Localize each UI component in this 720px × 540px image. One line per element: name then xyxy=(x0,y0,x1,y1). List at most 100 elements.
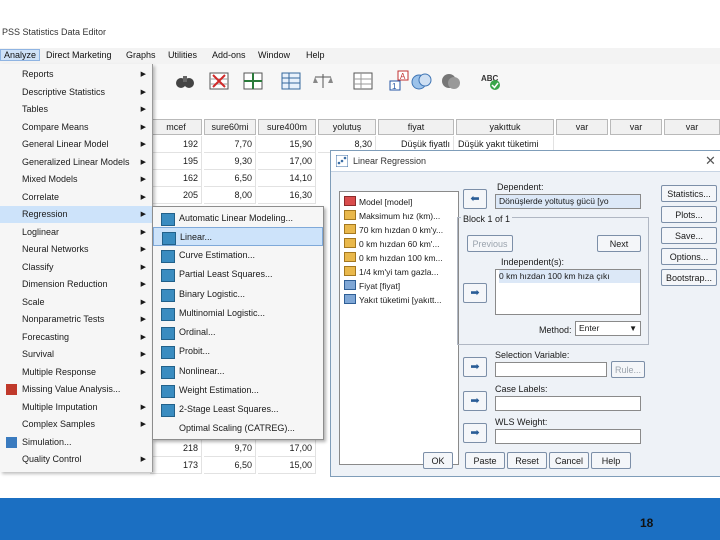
help-button[interactable]: Help xyxy=(591,452,631,469)
table-cell[interactable]: 8,00 xyxy=(204,187,256,204)
variable-item[interactable]: Maksimum hız (km)... xyxy=(344,210,454,223)
menu-utilities[interactable]: Utilities xyxy=(168,50,197,60)
submenu-item-optimal-scaling[interactable]: Optimal Scaling (CATREG)... xyxy=(153,419,323,438)
submenu-item-partial-least-squares[interactable]: Partial Least Squares... xyxy=(153,265,323,284)
case-labels-field[interactable] xyxy=(495,396,641,411)
submenu-item-probit[interactable]: Probit... xyxy=(153,342,323,361)
close-icon[interactable]: ✕ xyxy=(705,153,716,169)
table-cell[interactable]: 173 xyxy=(150,457,202,474)
menu-item-complex-samples[interactable]: Complex Samples ▶ xyxy=(0,416,152,433)
reset-button[interactable]: Reset xyxy=(507,452,547,469)
menu-item-multiple-response[interactable]: Multiple Response ▶ xyxy=(0,364,152,381)
dependent-field[interactable]: Dönüşlerde yoltutuş gücü [yo xyxy=(495,194,641,209)
table-cell[interactable]: 14,10 xyxy=(258,170,316,187)
table-cell[interactable]: 192 xyxy=(150,136,202,153)
plots-button[interactable]: Plots... xyxy=(661,206,717,223)
table-cell[interactable]: 9,30 xyxy=(204,153,256,170)
spell-check-icon[interactable]: ABC xyxy=(480,70,502,92)
menu-item-survival[interactable]: Survival ▶ xyxy=(0,346,152,363)
statistics-button[interactable]: Statistics... xyxy=(661,185,717,202)
split-file-icon[interactable] xyxy=(242,70,264,92)
menu-item-scale[interactable]: Scale ▶ xyxy=(0,294,152,311)
bootstrap-button[interactable]: Bootstrap... xyxy=(661,269,717,286)
method-select[interactable]: Enter ▼ xyxy=(575,321,641,336)
select-cases-icon[interactable] xyxy=(352,70,374,92)
table-cell[interactable]: 15,00 xyxy=(258,457,316,474)
table-cell[interactable]: 16,30 xyxy=(258,187,316,204)
save-button[interactable]: Save... xyxy=(661,227,717,244)
menu-window[interactable]: Window xyxy=(258,50,290,60)
menu-analyze[interactable]: Analyze xyxy=(0,49,41,61)
show-all-variables-icon[interactable] xyxy=(440,70,462,92)
menu-item-descriptive-statistics[interactable]: Descriptive Statistics ▶ xyxy=(0,84,152,101)
table-cell[interactable]: 17,00 xyxy=(258,440,316,457)
table-cell[interactable]: 205 xyxy=(150,187,202,204)
menu-item-classify[interactable]: Classify ▶ xyxy=(0,259,152,276)
submenu-item-weight-estimation[interactable]: Weight Estimation... xyxy=(153,381,323,400)
paste-button[interactable]: Paste xyxy=(465,452,505,469)
table-icon[interactable] xyxy=(280,70,302,92)
table-cell[interactable]: 162 xyxy=(150,170,202,187)
rule-button[interactable]: Rule... xyxy=(611,361,645,378)
menu-item-simulation[interactable]: Simulation... xyxy=(0,434,152,451)
variable-item[interactable]: Fiyat [fiyat] xyxy=(344,280,454,293)
menu-item-compare-means[interactable]: Compare Means ▶ xyxy=(0,119,152,136)
submenu-item-multinomial-logistic[interactable]: Multinomial Logistic... xyxy=(153,304,323,323)
table-cell[interactable]: 218 xyxy=(150,440,202,457)
submenu-item-linear[interactable]: Linear... xyxy=(153,227,323,246)
column-header[interactable]: yolutuş xyxy=(318,119,376,135)
variable-item[interactable]: 1/4 km'yi tam gazla... xyxy=(344,266,454,279)
table-cell[interactable]: 9,70 xyxy=(204,440,256,457)
menu-item-missing-value-analysis[interactable]: Missing Value Analysis... xyxy=(0,381,152,398)
variable-item[interactable]: 0 km hızdan 60 km'... xyxy=(344,238,454,251)
menu-item-multiple-imputation[interactable]: Multiple Imputation ▶ xyxy=(0,399,152,416)
variable-item[interactable]: 0 km hızdan 100 km... xyxy=(344,252,454,265)
table-cell[interactable]: 17,00 xyxy=(258,153,316,170)
menu-item-quality-control[interactable]: Quality Control ▶ xyxy=(0,451,152,468)
independent-item[interactable]: 0 km hızdan 100 km hıza çıkı xyxy=(499,270,640,283)
column-header[interactable]: var xyxy=(610,119,662,135)
menu-item-regression[interactable]: Regression ▶ xyxy=(0,206,152,223)
move-selection-arrow-icon[interactable]: ➡ xyxy=(463,357,487,377)
binoculars-icon[interactable] xyxy=(174,70,196,92)
column-header[interactable]: sure60mi xyxy=(204,119,256,135)
move-case-labels-arrow-icon[interactable]: ➡ xyxy=(463,391,487,411)
submenu-item-2-stage-least-squares[interactable]: 2-Stage Least Squares... xyxy=(153,400,323,419)
column-header[interactable]: var xyxy=(664,119,720,135)
move-independent-arrow-icon[interactable]: ➡ xyxy=(463,283,487,303)
menu-item-loglinear[interactable]: Loglinear ▶ xyxy=(0,224,152,241)
table-cell[interactable]: 6,50 xyxy=(204,170,256,187)
previous-button[interactable]: Previous xyxy=(467,235,513,252)
column-header[interactable]: var xyxy=(556,119,608,135)
submenu-item-ordinal[interactable]: Ordinal... xyxy=(153,323,323,342)
move-dependent-arrow-icon[interactable]: ⬅ xyxy=(463,189,487,209)
menu-item-general-linear-model[interactable]: General Linear Model ▶ xyxy=(0,136,152,153)
menu-direct-marketing[interactable]: Direct Marketing xyxy=(46,50,112,60)
submenu-item-automatic-linear-modeling[interactable]: Automatic Linear Modeling... xyxy=(153,209,323,228)
column-header[interactable]: fiyat xyxy=(378,119,454,135)
table-cell[interactable]: 7,70 xyxy=(204,136,256,153)
wls-weight-field[interactable] xyxy=(495,429,641,444)
variable-item[interactable]: Yakıt tüketimi [yakıtt... xyxy=(344,294,454,307)
table-cell[interactable]: 6,50 xyxy=(204,457,256,474)
value-labels-icon[interactable]: A1 xyxy=(388,70,410,92)
column-header[interactable]: yakıttuk xyxy=(456,119,554,135)
variable-item[interactable]: Model [model] xyxy=(344,196,454,209)
menu-item-nonparametric-tests[interactable]: Nonparametric Tests ▶ xyxy=(0,311,152,328)
use-sets-icon[interactable] xyxy=(410,70,432,92)
move-wls-arrow-icon[interactable]: ➡ xyxy=(463,423,487,443)
cancel-button[interactable]: Cancel xyxy=(549,452,589,469)
submenu-item-nonlinear[interactable]: Nonlinear... xyxy=(153,362,323,381)
submenu-item-curve-estimation[interactable]: Curve Estimation... xyxy=(153,246,323,265)
weight-cases-icon[interactable] xyxy=(312,70,334,92)
variable-item[interactable]: 70 km hızdan 0 km'y... xyxy=(344,224,454,237)
table-cell[interactable]: 195 xyxy=(150,153,202,170)
next-button[interactable]: Next xyxy=(597,235,641,252)
menu-help[interactable]: Help xyxy=(306,50,325,60)
independents-field[interactable]: 0 km hızdan 100 km hıza çıkı xyxy=(495,269,641,315)
variable-list[interactable]: Model [model] Maksimum hız (km)... 70 km… xyxy=(339,191,459,465)
menu-graphs[interactable]: Graphs xyxy=(126,50,156,60)
submenu-item-binary-logistic[interactable]: Binary Logistic... xyxy=(153,285,323,304)
column-header[interactable]: mcef xyxy=(150,119,202,135)
menu-item-tables[interactable]: Tables ▶ xyxy=(0,101,152,118)
